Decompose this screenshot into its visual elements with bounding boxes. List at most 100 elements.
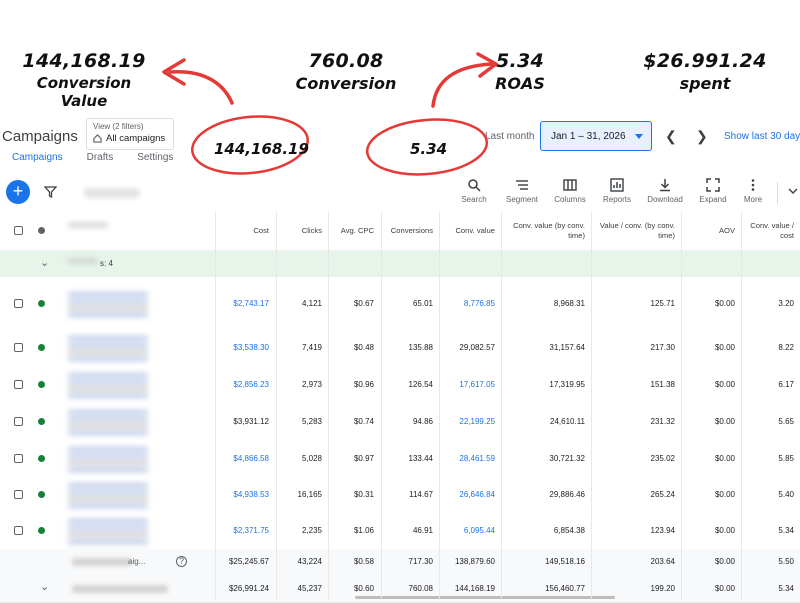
row-checkbox[interactable] bbox=[14, 298, 23, 308]
help-icon[interactable]: ? bbox=[176, 556, 187, 567]
select-all-checkbox[interactable] bbox=[14, 226, 23, 235]
status-enabled-icon bbox=[38, 299, 45, 307]
tool-label: Reports bbox=[602, 195, 631, 204]
column-header[interactable]: Conv. value / cost bbox=[741, 221, 800, 241]
cell-roas: 3.20 bbox=[778, 298, 794, 308]
row-checkbox[interactable] bbox=[14, 343, 23, 352]
cell-conv-value[interactable]: 8,776.85 bbox=[439, 299, 501, 308]
chevron-right-icon[interactable]: ❯ bbox=[696, 128, 708, 145]
tab-bar: Campaigns Drafts Settings bbox=[12, 152, 173, 163]
table-row[interactable]: $4,866.58 5,028 $0.97 133.44 28,461.59 30,721… bbox=[0, 440, 800, 478]
cell-cost[interactable]: $3,538.30 bbox=[215, 343, 275, 352]
download-tool-button[interactable]: Download bbox=[642, 178, 688, 204]
table-row[interactable]: $3,538.30 7,419 $0.48 135.88 29,082.57 31,157… bbox=[0, 330, 800, 367]
cell-conv-value[interactable]: 28,461.59 bbox=[439, 454, 501, 463]
cell-conv: 94.86 bbox=[412, 416, 433, 426]
table-row[interactable]: $2,371.75 2,235 $1.06 46.91 6,095.44 6,854.38… bbox=[0, 513, 800, 550]
campaign-name[interactable] bbox=[68, 444, 148, 474]
status-enabled-icon bbox=[38, 527, 45, 534]
table-row[interactable]: $2,743.17 4,121 $0.67 65.01 8,776.85 8,968.31… bbox=[0, 277, 800, 331]
campaign-name[interactable] bbox=[68, 516, 148, 546]
row-checkbox[interactable] bbox=[14, 379, 23, 389]
column-header[interactable]: Value / conv. (by conv. time) bbox=[591, 221, 681, 241]
add-campaign-button[interactable]: + bbox=[6, 180, 30, 204]
cell-conv: 133.44 bbox=[408, 453, 433, 463]
column-header[interactable]: Conversions bbox=[381, 226, 439, 236]
row-checkbox[interactable] bbox=[14, 526, 23, 535]
chevron-down-icon[interactable]: ⌄ bbox=[40, 580, 49, 593]
campaign-name[interactable] bbox=[68, 480, 148, 510]
show-last-30-days-link[interactable]: Show last 30 days bbox=[724, 131, 800, 142]
tool-label: Segment bbox=[505, 195, 539, 204]
chevron-down-icon[interactable] bbox=[788, 186, 798, 196]
cell-cv-time: 6,854.38 bbox=[553, 526, 585, 535]
column-header[interactable]: Cost bbox=[215, 226, 275, 236]
cell-cpc: $0.96 bbox=[353, 379, 374, 389]
cell-cost[interactable]: $2,856.23 bbox=[215, 380, 275, 389]
segment-tool-button[interactable]: Segment bbox=[499, 178, 545, 204]
chevron-left-icon[interactable]: ❮ bbox=[665, 128, 677, 145]
cell-cost[interactable]: $4,866.58 bbox=[215, 454, 275, 463]
campaign-name[interactable] bbox=[68, 407, 148, 437]
campaign-group-row[interactable]: ⌄ s: 4 bbox=[0, 250, 800, 278]
annotation-value: 5.34 bbox=[495, 50, 545, 72]
column-header[interactable]: AOV bbox=[681, 226, 741, 236]
cell-cost: $26,991.24 bbox=[228, 583, 269, 593]
chevron-down-icon[interactable]: ⌄ bbox=[40, 256, 49, 269]
campaign-name[interactable] bbox=[68, 289, 148, 319]
filter-chip[interactable] bbox=[84, 188, 140, 198]
cell-cost[interactable]: $4,938.53 bbox=[215, 490, 275, 499]
cell-cv-time: 17,319.95 bbox=[549, 379, 585, 389]
segment-icon bbox=[516, 180, 528, 190]
more-tool-button[interactable]: More bbox=[730, 178, 776, 204]
cell-conv-value[interactable]: 6,095.44 bbox=[439, 526, 501, 535]
horizontal-scrollbar[interactable] bbox=[355, 596, 615, 599]
columns-icon bbox=[563, 179, 577, 191]
status-enabled-icon bbox=[38, 344, 45, 351]
red-arrow-conversion-value bbox=[168, 70, 234, 105]
tab-settings[interactable]: Settings bbox=[137, 152, 173, 163]
tab-drafts[interactable]: Drafts bbox=[87, 152, 114, 163]
row-checkbox[interactable] bbox=[14, 453, 23, 463]
campaign-name[interactable] bbox=[68, 370, 148, 400]
column-header[interactable]: Avg. CPC bbox=[328, 226, 380, 236]
date-range-picker[interactable]: Jan 1 – 31, 2026 bbox=[540, 121, 652, 151]
campaign-column-header[interactable] bbox=[68, 220, 108, 234]
cell-conv-value[interactable]: 22,199.25 bbox=[439, 417, 501, 426]
cell-cv-time: 29,886.46 bbox=[549, 490, 585, 499]
row-checkbox[interactable] bbox=[14, 416, 23, 426]
cell-cost[interactable]: $2,743.17 bbox=[215, 299, 275, 308]
table-row[interactable]: $3,931.12 5,283 $0.74 94.86 22,199.25 24,610.… bbox=[0, 403, 800, 441]
column-header[interactable]: Conv. value (by conv. time) bbox=[501, 221, 591, 241]
reports-tool-button[interactable]: Reports bbox=[594, 178, 640, 204]
cell-cpc: $0.97 bbox=[353, 453, 374, 463]
tool-label: Columns bbox=[554, 195, 586, 204]
cell-cost: $3,931.12 bbox=[233, 416, 269, 426]
column-header[interactable]: Clicks bbox=[276, 226, 328, 236]
cell-conv-value[interactable]: 17,617.05 bbox=[439, 380, 501, 389]
status-enabled-icon bbox=[38, 380, 45, 388]
cell-cost[interactable]: $2,371.75 bbox=[215, 526, 275, 535]
cell-aov: $0.00 bbox=[714, 490, 735, 499]
table-row[interactable]: $2,856.23 2,973 $0.96 126.54 17,617.05 17,319… bbox=[0, 366, 800, 404]
filter-icon[interactable] bbox=[44, 186, 57, 198]
tab-campaigns[interactable]: Campaigns bbox=[12, 152, 63, 163]
cell-cpc: $1.06 bbox=[353, 526, 374, 535]
column-divider bbox=[741, 212, 742, 600]
annotation-label: Conversion Value bbox=[36, 74, 132, 110]
search-tool-button[interactable]: Search bbox=[451, 178, 497, 204]
cell-cv-time: 149,518.16 bbox=[544, 557, 585, 566]
cell-aov: $0.00 bbox=[714, 557, 735, 566]
column-header[interactable]: Conv. value bbox=[439, 226, 501, 236]
cell-cpc: $0.58 bbox=[353, 557, 374, 566]
table-row[interactable]: $4,938.53 16,165 $0.31 114.67 26,646.84 29,88… bbox=[0, 477, 800, 514]
cell-conv-value[interactable]: 26,646.84 bbox=[439, 490, 501, 499]
caret-down-icon bbox=[635, 134, 643, 139]
download-icon bbox=[660, 179, 670, 192]
columns-tool-button[interactable]: Columns bbox=[547, 178, 593, 204]
cell-value-conv: 235.02 bbox=[650, 453, 675, 463]
view-filter-selector[interactable]: View (2 filters) All campaigns bbox=[86, 118, 174, 150]
cell-roas: 5.34 bbox=[778, 526, 794, 535]
campaign-name[interactable] bbox=[68, 333, 148, 363]
row-checkbox[interactable] bbox=[14, 490, 23, 499]
